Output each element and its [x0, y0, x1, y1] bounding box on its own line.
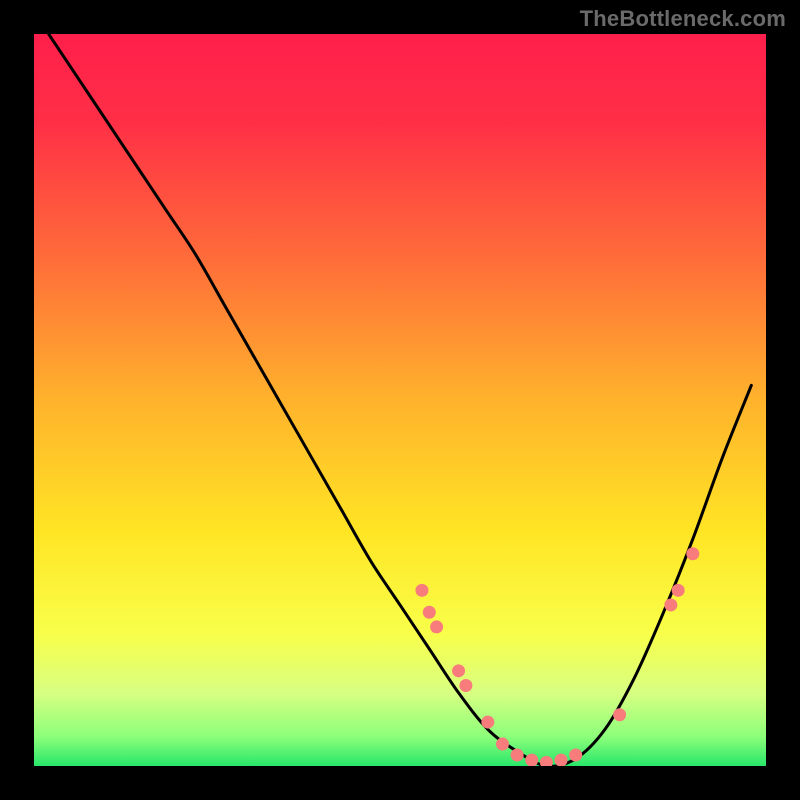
- data-marker: [613, 708, 626, 721]
- curve-layer: [34, 34, 766, 766]
- data-marker: [511, 749, 524, 762]
- data-marker: [686, 547, 699, 560]
- data-marker: [452, 664, 465, 677]
- data-marker: [664, 598, 677, 611]
- watermark-text: TheBottleneck.com: [580, 6, 786, 32]
- data-marker: [415, 584, 428, 597]
- data-marker: [459, 679, 472, 692]
- plot-area: [34, 34, 766, 766]
- data-marker: [555, 754, 568, 766]
- data-marker: [496, 738, 509, 751]
- data-marker: [569, 749, 582, 762]
- data-marker: [525, 754, 538, 766]
- data-marker: [540, 756, 553, 766]
- curve-markers: [415, 547, 699, 766]
- data-marker: [430, 620, 443, 633]
- data-marker: [672, 584, 685, 597]
- bottleneck-curve: [49, 34, 752, 766]
- chart-frame: TheBottleneck.com: [0, 0, 800, 800]
- data-marker: [481, 716, 494, 729]
- data-marker: [423, 606, 436, 619]
